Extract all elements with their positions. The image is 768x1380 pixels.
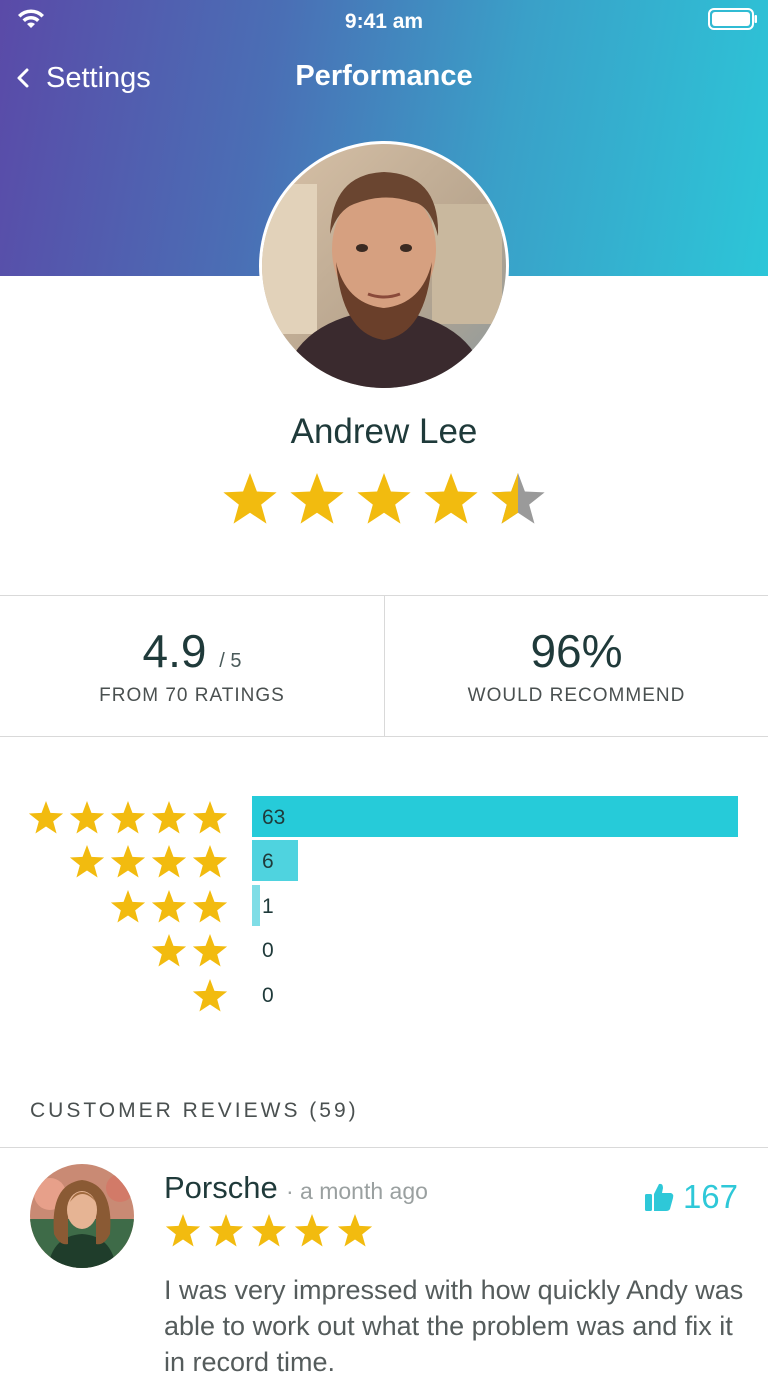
recommend-stat: 96% WOULD RECOMMEND [384,596,768,737]
thumbs-up-icon [644,1183,674,1211]
star-icon [294,1214,330,1247]
star-icon [192,801,228,834]
row-1-count: 0 [262,984,274,1007]
row-3-stars [110,890,228,923]
battery-icon [708,8,757,30]
star-icon [192,979,228,1012]
row-1-stars [192,979,228,1012]
star-icon [337,1214,373,1247]
reviewer-avatar [30,1164,134,1268]
reviews-section-title: CUSTOMER REVIEWS (59) [30,1099,359,1122]
row-5-bar [252,796,738,837]
row-2-count: 0 [262,939,274,962]
profile-rating-stars [223,473,545,524]
reviewer-photo [30,1164,134,1268]
star-icon [151,890,187,923]
star-icon [208,1214,244,1247]
rating-label: FROM 70 RATINGS [99,685,285,706]
row-5-count: 63 [262,806,286,829]
recommend-label: WOULD RECOMMEND [467,685,686,706]
row-3-bar [252,885,260,926]
star-icon [251,1214,287,1247]
status-bar: 9:41 am [0,0,768,44]
star-icon [192,845,228,878]
review-text: I was very impressed with how quickly An… [164,1275,744,1377]
stats-panel: 4.9 / 5 FROM 70 RATINGS 96% WOULD RECOMM… [0,595,768,737]
status-time: 9:41 am [344,10,424,33]
page-title: Performance [295,60,473,92]
review-like-button[interactable]: 167 [643,1178,738,1216]
star-icon [424,473,478,524]
distribution-row-1: 0 [0,974,768,1018]
review-like-count: 167 [682,1178,738,1215]
distribution-row-4: 6 [0,840,768,884]
reviewer-name: Porsche [164,1170,278,1205]
distribution-row-5: 63 [0,796,768,840]
rating-suffix: / 5 [219,650,242,672]
profile-photo [262,144,506,388]
row-4-count: 6 [262,850,274,873]
star-icon [110,890,146,923]
star-icon [28,801,64,834]
distribution-row-2: 0 [0,929,768,973]
distribution-row-3: 1 [0,885,768,929]
star-icon [69,801,105,834]
review-time: · a month ago [286,1178,428,1204]
profile-avatar [259,141,509,391]
star-icon [110,845,146,878]
recommend-value: 96% [530,625,623,677]
review-stars [165,1214,373,1247]
star-icon [151,845,187,878]
star-icon [223,473,277,524]
star-icon [151,934,187,967]
rating-value-line: 4.9 / 5 [0,624,384,678]
star-icon [110,801,146,834]
rating-value: 4.9 [142,625,207,677]
row-3-count: 1 [262,895,274,918]
row-4-bar [252,840,299,881]
profile-name: Andrew Lee [290,412,478,451]
star-icon [69,845,105,878]
row-5-stars [28,801,228,834]
star-icon [290,473,344,524]
rating-stat: 4.9 / 5 FROM 70 RATINGS [0,596,384,737]
star-icon [192,934,228,967]
row-4-stars [69,845,228,878]
rating-distribution: 63 6 1 0 0 [0,790,768,1020]
row-2-stars [151,934,228,967]
star-icon [357,473,411,524]
star-icon [192,890,228,923]
star-icon [151,801,187,834]
review-item: Porsche · a month ago 167 I was very imp… [0,1148,768,1377]
star-icon [165,1214,201,1247]
